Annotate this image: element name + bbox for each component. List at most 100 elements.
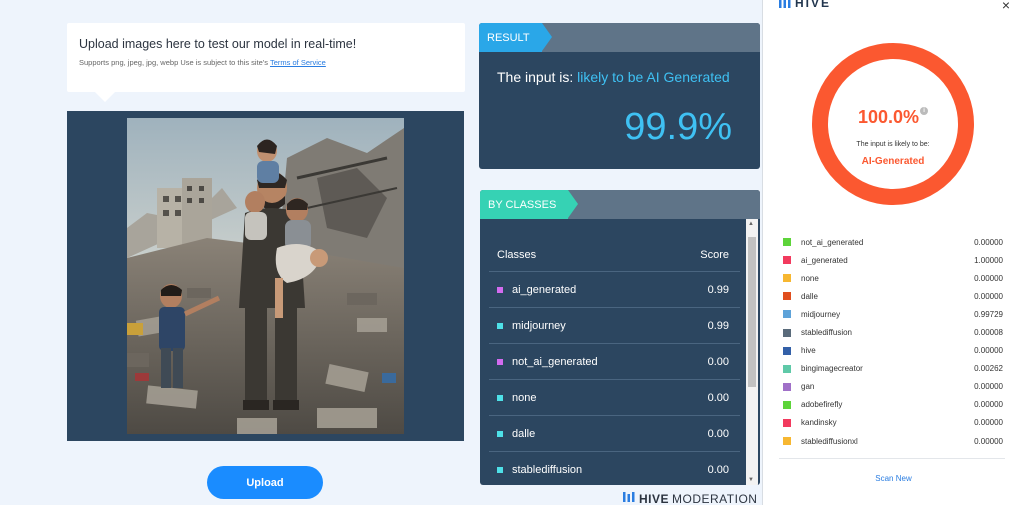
side-class-score: 1.00000 xyxy=(974,255,1003,265)
hive-moderation-brand: HIVE MODERATION xyxy=(623,491,757,505)
classes-table-row: ai_generated 0.99 xyxy=(489,272,740,308)
class-name: not_ai_generated xyxy=(512,355,598,368)
class-color-swatch xyxy=(783,382,791,391)
side-class-name: midjourney xyxy=(801,309,841,319)
side-class-row: hive 0.00000 xyxy=(783,342,1003,360)
side-class-row: none 0.00000 xyxy=(783,269,1003,287)
class-score: 0.00 xyxy=(707,391,729,404)
side-class-score: 0.99729 xyxy=(974,309,1003,319)
scroll-down-arrow-icon[interactable]: ▼ xyxy=(748,477,754,483)
side-class-row: adobefirefly 0.00000 xyxy=(783,396,1003,414)
side-class-name: none xyxy=(801,273,819,283)
close-icon[interactable]: × xyxy=(1002,0,1010,13)
classes-table-header: Classes Score xyxy=(489,238,740,272)
side-class-score: 0.00000 xyxy=(974,346,1003,356)
ring-subtitle: The input is likely to be: xyxy=(856,141,930,148)
class-color-swatch xyxy=(497,358,503,365)
side-class-row: midjourney 0.99729 xyxy=(783,305,1003,323)
score-column-header: Score xyxy=(700,248,729,261)
side-panel-logo: HIVE xyxy=(779,0,831,10)
classes-scrollbar[interactable]: ▲ ▼ xyxy=(746,219,758,485)
class-color-swatch xyxy=(783,310,791,319)
result-verdict: likely to be AI Generated xyxy=(577,69,730,85)
side-logo-text: HIVE xyxy=(795,0,832,10)
class-score: 0.99 xyxy=(707,283,729,296)
side-class-name: dalle xyxy=(801,291,818,301)
ring-percentage-value: 100.0% xyxy=(857,107,920,127)
class-score: 0.00 xyxy=(707,355,729,368)
side-class-name: adobefirefly xyxy=(801,400,843,410)
class-score: 0.00 xyxy=(707,463,729,476)
side-class-name: gan xyxy=(801,382,815,392)
classes-card-header: BY CLASSES xyxy=(480,190,760,219)
side-class-name: bingimagecreator xyxy=(801,364,863,374)
class-name: ai_generated xyxy=(512,283,577,296)
uploaded-image-panel xyxy=(67,111,464,441)
class-color-swatch xyxy=(497,286,503,293)
class-name: none xyxy=(512,391,537,404)
hive-extension-panel: HIVE × 100.0% i The input is likely to be… xyxy=(762,0,1024,505)
side-class-row: bingimagecreator 0.00262 xyxy=(783,360,1003,378)
side-class-name: hive xyxy=(801,346,816,356)
classes-table-row: midjourney 0.99 xyxy=(489,308,740,344)
side-class-name: ai_generated xyxy=(801,255,848,265)
class-color-swatch xyxy=(497,394,503,401)
class-color-swatch xyxy=(497,466,503,473)
classes-table-body: ai_generated 0.99 midjourney 0.99 not_ai_gen… xyxy=(480,272,760,485)
upload-subtitle: Supports png, jpeg, jpg, webp Use is sub… xyxy=(79,58,453,67)
side-class-name: not_ai_generated xyxy=(801,237,864,247)
class-score: 0.99 xyxy=(707,319,729,332)
class-name: midjourney xyxy=(512,319,566,332)
side-class-row: not_ai_generated 0.00000 xyxy=(783,233,1003,251)
classes-table-row: stablediffusion 0.00 xyxy=(489,452,740,485)
result-card: RESULT The input is: likely to be AI Gen… xyxy=(479,23,760,169)
side-class-name: stablediffusion xyxy=(801,328,852,338)
class-color-swatch xyxy=(783,346,791,355)
side-class-row: kandinsky 0.00000 xyxy=(783,414,1003,432)
scan-new-link[interactable]: Scan New xyxy=(763,474,1024,483)
classes-column-header: Classes xyxy=(497,248,537,261)
upload-info-box: Upload images here to test our model in … xyxy=(67,23,465,102)
side-class-row: gan 0.00000 xyxy=(783,378,1003,396)
class-color-swatch xyxy=(783,328,791,337)
scroll-up-arrow-icon[interactable]: ▲ xyxy=(748,221,754,227)
side-class-name: kandinsky xyxy=(801,418,837,428)
upload-button[interactable]: Upload xyxy=(207,466,323,499)
side-class-score: 0.00262 xyxy=(974,364,1003,374)
side-class-score: 0.00000 xyxy=(974,436,1003,446)
upload-subtitle-text: Supports png, jpeg, jpg, webp Use is sub… xyxy=(79,58,270,67)
classes-table-row: not_ai_generated 0.00 xyxy=(489,344,740,380)
class-color-swatch xyxy=(783,292,791,301)
result-percentage: 99.9% xyxy=(624,106,732,148)
class-color-swatch xyxy=(497,430,503,437)
hive-logo-icon xyxy=(623,491,635,505)
class-color-swatch xyxy=(783,238,791,247)
side-class-list: not_ai_generated 0.00000 ai_generated 1.000… xyxy=(783,233,1003,450)
class-color-swatch xyxy=(783,400,791,409)
hive-logo-icon xyxy=(779,0,791,8)
side-class-row: dalle 0.00000 xyxy=(783,287,1003,305)
class-color-swatch xyxy=(783,274,791,283)
side-class-score: 0.00000 xyxy=(974,418,1003,428)
terms-of-service-link[interactable]: Terms of Service xyxy=(270,58,326,67)
side-divider xyxy=(779,458,1005,459)
by-classes-tag: BY CLASSES xyxy=(480,190,579,219)
result-line-prefix: The input is: xyxy=(497,69,578,85)
side-class-row: stablediffusion 0.00008 xyxy=(783,323,1003,341)
class-color-swatch xyxy=(783,418,791,427)
side-class-score: 0.00000 xyxy=(974,382,1003,392)
side-class-row: stablediffusionxl 0.00000 xyxy=(783,432,1003,450)
classes-table-row: none 0.00 xyxy=(489,380,740,416)
confidence-ring: 100.0% i The input is likely to be: AI-Ge… xyxy=(812,43,974,205)
class-score: 0.00 xyxy=(707,427,729,440)
class-color-swatch xyxy=(783,437,791,446)
result-line: The input is: likely to be AI Generated xyxy=(497,69,730,85)
info-icon[interactable]: i xyxy=(920,107,929,115)
side-class-score: 0.00000 xyxy=(974,400,1003,410)
class-color-swatch xyxy=(497,322,503,329)
scroll-thumb[interactable] xyxy=(748,237,756,387)
side-class-score: 0.00000 xyxy=(974,273,1003,283)
side-class-score: 0.00000 xyxy=(974,237,1003,247)
ring-label: AI-Generated xyxy=(861,156,925,167)
upload-title: Upload images here to test our model in … xyxy=(79,37,357,51)
